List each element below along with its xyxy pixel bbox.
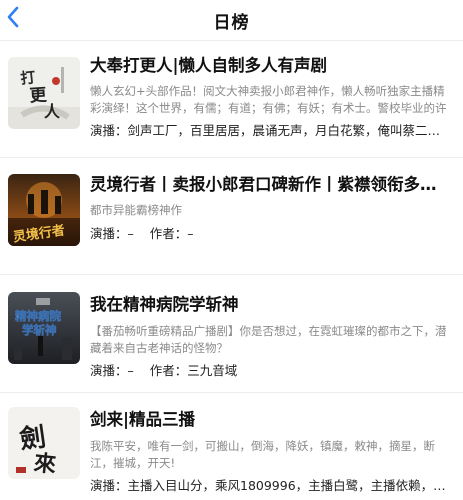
svg-text:打: 打 xyxy=(20,68,37,87)
back-button[interactable] xyxy=(2,4,24,30)
book-cover-image: 劍 來 xyxy=(8,407,80,479)
item-narrator: 演播：– xyxy=(90,226,134,241)
list-item[interactable]: 灵境行者 灵境行者丨卖报小郎君口碑新作丨紫襟领衔多… 都市异能霸榜神作 演播：–… xyxy=(0,158,463,275)
svg-text:精神病院: 精神病院 xyxy=(15,309,61,323)
item-author: 作者：三九音域 xyxy=(149,363,238,378)
list-item[interactable]: 劍 來 剑来|精品三播 我陈平安，唯有一剑，可搬山，倒海，降妖，镇魔，敕神，摘星… xyxy=(0,393,463,500)
item-title: 剑来|精品三播 xyxy=(90,410,196,429)
list-item[interactable]: 精神病院 学斩神 我在精神病院学斩神 【番茄畅听重磅精品广播剧】你是否想过，在霓… xyxy=(0,275,463,393)
nav-bar: 日榜 xyxy=(0,0,463,40)
item-title: 大奉打更人|懒人自制多人有声剧 xyxy=(90,56,328,75)
item-title: 我在精神病院学斩神 xyxy=(90,295,239,314)
ranking-list: 打 更 人 大奉打更人|懒人自制多人有声剧 懒人玄幻+头部作品！阅文大神卖报小郎… xyxy=(0,40,463,500)
item-credits: 演播：– 作者：– xyxy=(90,225,451,243)
item-description: 都市异能霸榜神作 xyxy=(90,203,182,217)
svg-text:人: 人 xyxy=(44,102,61,121)
item-description: 我陈平安，唯有一剑，可搬山，倒海，降妖，镇魔，敕神，摘星，断江，摧城，开天! xyxy=(90,439,435,470)
item-narrator: 演播：– xyxy=(90,363,134,378)
svg-text:学斩神: 学斩神 xyxy=(22,323,57,337)
item-description: 懒人玄幻+头部作品！阅文大神卖报小郎君神作，懒人畅听独家主播精彩演绎！这个世界，… xyxy=(90,84,447,115)
item-credits: 演播：– 作者：三九音域 xyxy=(90,362,451,380)
item-description: 【番茄畅听重磅精品广播剧】你是否想过，在霓虹璀璨的都市之下，潜藏着来自古老神话的… xyxy=(90,324,447,355)
page-title: 日榜 xyxy=(213,12,250,33)
book-cover-image: 精神病院 学斩神 xyxy=(8,292,80,364)
item-title: 灵境行者丨卖报小郎君口碑新作丨紫襟领衔多… xyxy=(90,175,437,194)
chevron-left-icon xyxy=(7,6,19,28)
list-item[interactable]: 打 更 人 大奉打更人|懒人自制多人有声剧 懒人玄幻+头部作品！阅文大神卖报小郎… xyxy=(0,40,463,158)
book-cover-image: 灵境行者 xyxy=(8,174,80,246)
item-author: 作者：– xyxy=(149,226,194,241)
item-narrators: 演播：剑声工厂，百里居居，晨诵无声，月白花繁，俺叫蔡二狗… xyxy=(90,123,451,138)
book-cover-image: 打 更 人 xyxy=(8,57,80,129)
item-narrators: 演播：主播入目山分，乘风1809996，主播白鹭，主播依赖，主… xyxy=(90,478,451,493)
svg-text:來: 來 xyxy=(33,450,58,478)
